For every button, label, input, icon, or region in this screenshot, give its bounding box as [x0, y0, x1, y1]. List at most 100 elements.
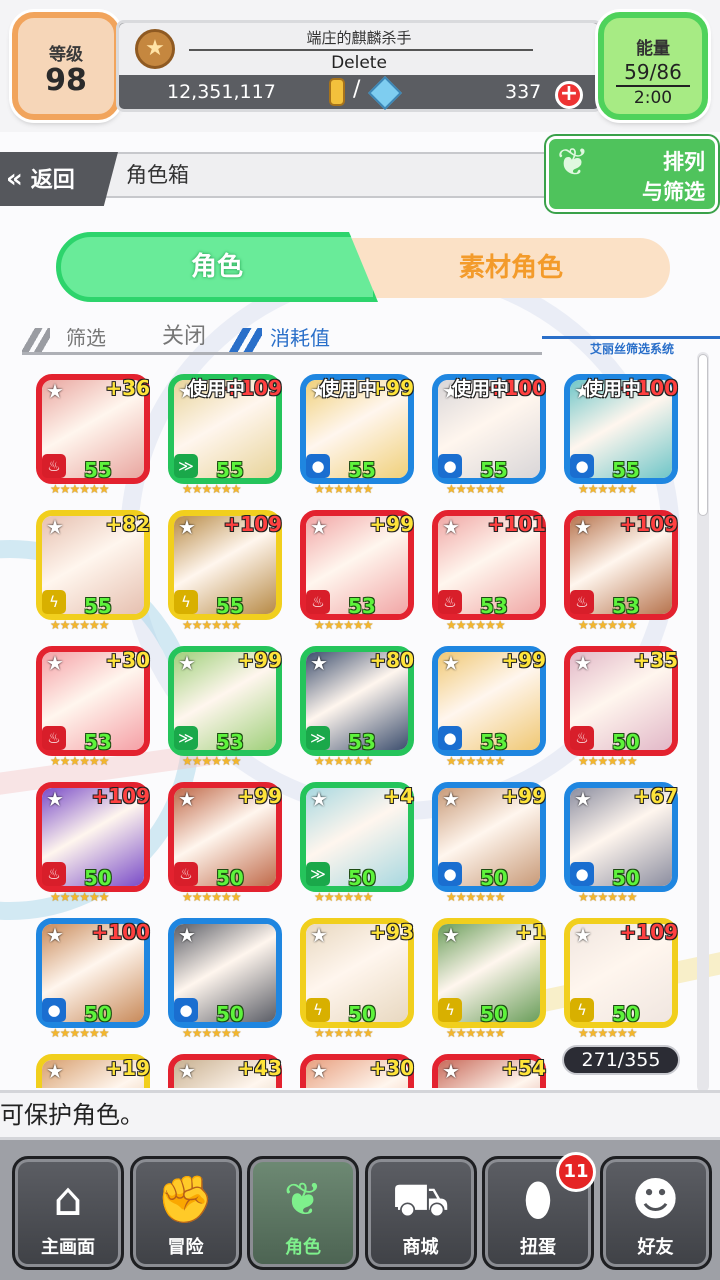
bottom-navigation: ⌂ 主画面 ✊ 冒险 ❦ 角色 ⛟ 商城 ⬮ 扭蛋 ☻ 好友 [0, 1140, 720, 1280]
favorite-star-icon[interactable]: ★ [310, 788, 332, 810]
character-card[interactable]: ★ +100 ● 50 ★★★★★★ [36, 918, 154, 1040]
plus-value: +99 [237, 784, 282, 808]
hint-text: 可保护角色。 [0, 1090, 720, 1140]
favorite-star-icon[interactable]: ★ [178, 652, 200, 674]
energy-badge[interactable]: 能量 59/86 2:00 [598, 12, 708, 120]
favorite-star-icon[interactable]: ★ [310, 924, 332, 946]
star-rating: ★★★★★★ [446, 1026, 506, 1040]
character-card[interactable]: ★ +109 ϟ 50 ★★★★★★ [564, 918, 682, 1040]
grid-scrollbar[interactable] [697, 352, 709, 1092]
character-card[interactable]: ★ +1 ϟ 50 ★★★★★★ [432, 918, 550, 1040]
scrollbar-thumb[interactable] [698, 354, 708, 516]
nav-adventure-button[interactable]: ✊ 冒险 [129, 1156, 242, 1270]
filter-label[interactable]: 筛选 [66, 322, 106, 351]
favorite-star-icon[interactable]: ★ [442, 652, 464, 674]
favorite-star-icon[interactable]: ★ [574, 924, 596, 946]
favorite-star-icon[interactable]: ★ [310, 516, 332, 538]
coin-count: 12,351,117 [167, 81, 276, 103]
favorite-star-icon[interactable]: ★ [574, 652, 596, 674]
tab-characters[interactable]: 角色 [56, 232, 378, 302]
back-label: 返回 [30, 168, 75, 193]
character-card[interactable]: ★ +36 ♨ 55 ★★★★★★ [36, 374, 154, 496]
star-rating: ★★★★★★ [314, 754, 374, 768]
favorite-star-icon[interactable]: ★ [310, 1060, 332, 1082]
favorite-star-icon[interactable]: ★ [442, 1060, 464, 1082]
character-card[interactable]: ★ +30 ♨ 53 ★★★★★★ [36, 646, 154, 768]
tab-material-characters[interactable]: 素材角色 [352, 238, 670, 298]
character-card[interactable]: ★ +109 使用中 ≫ 55 ★★★★★★ [168, 374, 286, 496]
add-gems-button[interactable]: + [555, 81, 583, 109]
water-drop-icon: ● [306, 454, 330, 478]
fire-icon: ♨ [570, 590, 594, 614]
star-rating: ★★★★★★ [50, 482, 110, 496]
favorite-star-icon[interactable]: ★ [442, 924, 464, 946]
character-card[interactable]: ★ +100 使用中 ● 55 ★★★★★★ [564, 374, 682, 496]
plus-value: +100 [91, 920, 150, 944]
character-card[interactable]: ★ ● 50 ★★★★★★ [168, 918, 286, 1040]
favorite-star-icon[interactable]: ★ [178, 788, 200, 810]
filter-state[interactable]: 关闭 [162, 318, 206, 350]
nav-characters-button[interactable]: ❦ 角色 [247, 1156, 359, 1270]
cost-sort-label[interactable]: 消耗值 [270, 322, 330, 351]
character-card[interactable]: ★ +101 ♨ 53 ★★★★★★ [432, 510, 550, 632]
character-card[interactable]: ★ +100 使用中 ● 55 ★★★★★★ [432, 374, 550, 496]
character-level: 50 [216, 866, 244, 890]
player-info-bar: ★ 端庄的麒麟杀手 Delete 12,351,117 / 337 + [116, 20, 602, 112]
character-card[interactable]: ★ +109 ϟ 55 ★★★★★★ [168, 510, 286, 632]
gem-icon [368, 76, 402, 110]
plus-value: +99 [501, 784, 546, 808]
character-card[interactable]: ★ +99 ♨ 53 ★★★★★★ [300, 510, 418, 632]
favorite-star-icon[interactable]: ★ [574, 788, 596, 810]
character-card[interactable]: ★ +93 ϟ 50 ★★★★★★ [300, 918, 418, 1040]
favorite-star-icon[interactable]: ★ [178, 1060, 200, 1082]
favorite-star-icon[interactable]: ★ [574, 516, 596, 538]
character-card[interactable]: ★+30♨★★★★★★ [300, 1054, 418, 1088]
star-rating: ★★★★★★ [182, 482, 242, 496]
nav-friends-button[interactable]: ☻ 好友 [599, 1156, 712, 1270]
character-card[interactable]: ★ +35 ♨ 50 ★★★★★★ [564, 646, 682, 768]
character-level: 50 [612, 730, 640, 754]
back-button[interactable]: « 返回 [0, 152, 118, 206]
favorite-star-icon[interactable]: ★ [46, 652, 68, 674]
favorite-star-icon[interactable]: ★ [46, 380, 68, 402]
nav-characters-label: 角色 [285, 1237, 321, 1258]
favorite-star-icon[interactable]: ★ [310, 652, 332, 674]
star-rating: ★★★★★★ [578, 754, 638, 768]
nav-shop-button[interactable]: ⛟ 商城 [364, 1156, 477, 1270]
character-card[interactable]: ★+43♨★★★★★★ [168, 1054, 286, 1088]
character-level: 50 [348, 866, 376, 890]
in-use-label: 使用中 [188, 378, 246, 400]
character-card[interactable]: ★ +99 ● 50 ★★★★★★ [432, 782, 550, 904]
plus-value: +19 [105, 1056, 150, 1080]
thunder-icon: ϟ [174, 590, 198, 614]
star-rating: ★★★★★★ [50, 1026, 110, 1040]
character-card[interactable]: ★ +80 ≫ 53 ★★★★★★ [300, 646, 418, 768]
character-level: 50 [84, 1002, 112, 1026]
favorite-star-icon[interactable]: ★ [46, 924, 68, 946]
character-card[interactable]: ★ +109 ♨ 53 ★★★★★★ [564, 510, 682, 632]
character-card[interactable]: ★ +99 ● 53 ★★★★★★ [432, 646, 550, 768]
player-level-badge[interactable]: 等级 98 [12, 12, 120, 120]
character-card[interactable]: ★+19ϟ★★★★★★ [36, 1054, 154, 1088]
favorite-star-icon[interactable]: ★ [46, 1060, 68, 1082]
sort-filter-button[interactable]: ❦ 排列 与筛选 [546, 136, 718, 212]
thunder-icon: ϟ [42, 590, 66, 614]
character-card[interactable]: ★ +82 ϟ 55 ★★★★★★ [36, 510, 154, 632]
favorite-star-icon[interactable]: ★ [178, 516, 200, 538]
fire-icon: ♨ [42, 862, 66, 886]
favorite-star-icon[interactable]: ★ [442, 788, 464, 810]
character-card[interactable]: ★ +99 使用中 ● 55 ★★★★★★ [300, 374, 418, 496]
character-level: 53 [480, 730, 508, 754]
character-card[interactable]: ★ +67 ● 50 ★★★★★★ [564, 782, 682, 904]
favorite-star-icon[interactable]: ★ [46, 788, 68, 810]
character-card[interactable]: ★ +99 ≫ 53 ★★★★★★ [168, 646, 286, 768]
character-card[interactable]: ★ +4 ≫ 50 ★★★★★★ [300, 782, 418, 904]
favorite-star-icon[interactable]: ★ [442, 516, 464, 538]
nav-home-button[interactable]: ⌂ 主画面 [12, 1156, 124, 1270]
character-card[interactable]: ★+54♨★★★★★★ [432, 1054, 550, 1088]
favorite-star-icon[interactable]: ★ [178, 924, 200, 946]
character-card[interactable]: ★ +109 ♨ 50 ★★★★★★ [36, 782, 154, 904]
character-card[interactable]: ★ +99 ♨ 50 ★★★★★★ [168, 782, 286, 904]
thunder-icon: ϟ [306, 998, 330, 1022]
favorite-star-icon[interactable]: ★ [46, 516, 68, 538]
